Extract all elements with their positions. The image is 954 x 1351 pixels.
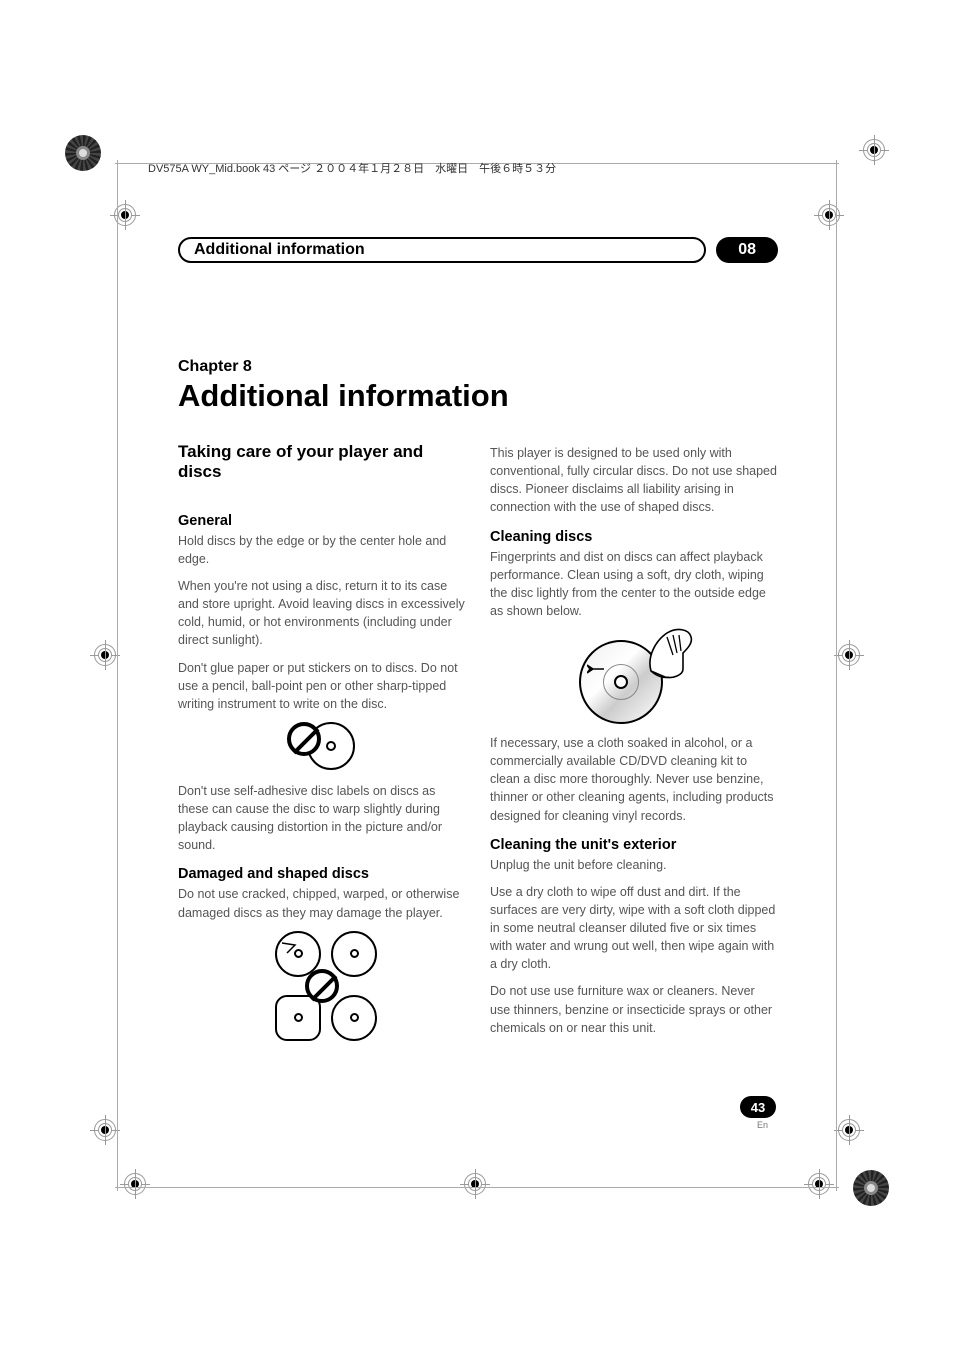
left-column: Taking care of your player and discs Gen… <box>178 442 466 1051</box>
heading-damaged: Damaged and shaped discs <box>178 866 466 882</box>
page-content: Additional information 08 Chapter 8 Addi… <box>178 237 778 1051</box>
body-text: This player is designed to be used only … <box>490 444 778 517</box>
trim-rule <box>117 160 118 1191</box>
page-title: Additional information <box>178 378 778 414</box>
crop-mark <box>834 1115 864 1145</box>
arrow-outward-icon <box>587 663 605 675</box>
section-header: Additional information 08 <box>178 237 778 263</box>
prohibit-icon <box>305 969 339 1003</box>
heading-cleaning-exterior: Cleaning the unit's exterior <box>490 837 778 853</box>
section-title-pill: Additional information <box>178 237 706 263</box>
crop-mark <box>90 1115 120 1145</box>
shaped-disc-icon <box>275 995 321 1041</box>
body-text: When you're not using a disc, return it … <box>178 577 466 650</box>
crop-mark <box>460 1169 490 1199</box>
crop-mark <box>814 200 844 230</box>
section-title: Additional information <box>194 241 365 259</box>
prohibit-icon <box>287 722 321 756</box>
disc-icon <box>331 995 377 1041</box>
crop-mark <box>120 1169 150 1199</box>
crop-mark <box>90 640 120 670</box>
heading-general: General <box>178 513 466 529</box>
body-text: If necessary, use a cloth soaked in alco… <box>490 734 778 825</box>
chapter-label: Chapter 8 <box>178 358 778 376</box>
page-language: En <box>757 1120 768 1130</box>
crop-mark <box>834 640 864 670</box>
illustration-damaged-discs <box>178 931 466 1041</box>
trim-rule <box>836 160 837 1191</box>
heading-cleaning-discs: Cleaning discs <box>490 529 778 545</box>
two-column-layout: Taking care of your player and discs Gen… <box>178 442 778 1051</box>
section-number-pill: 08 <box>716 237 778 263</box>
illustration-no-labels <box>178 722 466 772</box>
body-text: Don't use self-adhesive disc labels on d… <box>178 782 466 855</box>
body-text: Do not use use furniture wax or cleaners… <box>490 982 778 1036</box>
body-text: Don't glue paper or put stickers on to d… <box>178 659 466 713</box>
registration-medallion-bottom-right <box>853 1170 889 1206</box>
body-text: Unplug the unit before cleaning. <box>490 856 778 874</box>
body-text: Hold discs by the edge or by the center … <box>178 532 466 568</box>
heading-care: Taking care of your player and discs <box>178 442 466 483</box>
body-text: Fingerprints and dist on discs can affec… <box>490 548 778 621</box>
trim-rule <box>115 1187 839 1188</box>
registration-medallion-top-left <box>65 135 101 171</box>
book-header-line: DV575A WY_Mid.book 43 ページ ２００４年１月２８日 水曜日… <box>148 160 556 176</box>
body-text: Do not use cracked, chipped, warped, or … <box>178 885 466 921</box>
page-number-badge: 43 <box>740 1096 776 1118</box>
crop-mark <box>110 200 140 230</box>
page-number: 43 <box>751 1100 765 1115</box>
body-text: Use a dry cloth to wipe off dust and dir… <box>490 883 778 974</box>
crop-mark <box>859 135 889 165</box>
disc-icon <box>331 931 377 977</box>
hand-wiping-icon <box>643 623 695 681</box>
illustration-cleaning-disc <box>490 629 778 724</box>
crop-mark <box>804 1169 834 1199</box>
right-column: This player is designed to be used only … <box>490 442 778 1051</box>
section-number: 08 <box>738 241 756 259</box>
